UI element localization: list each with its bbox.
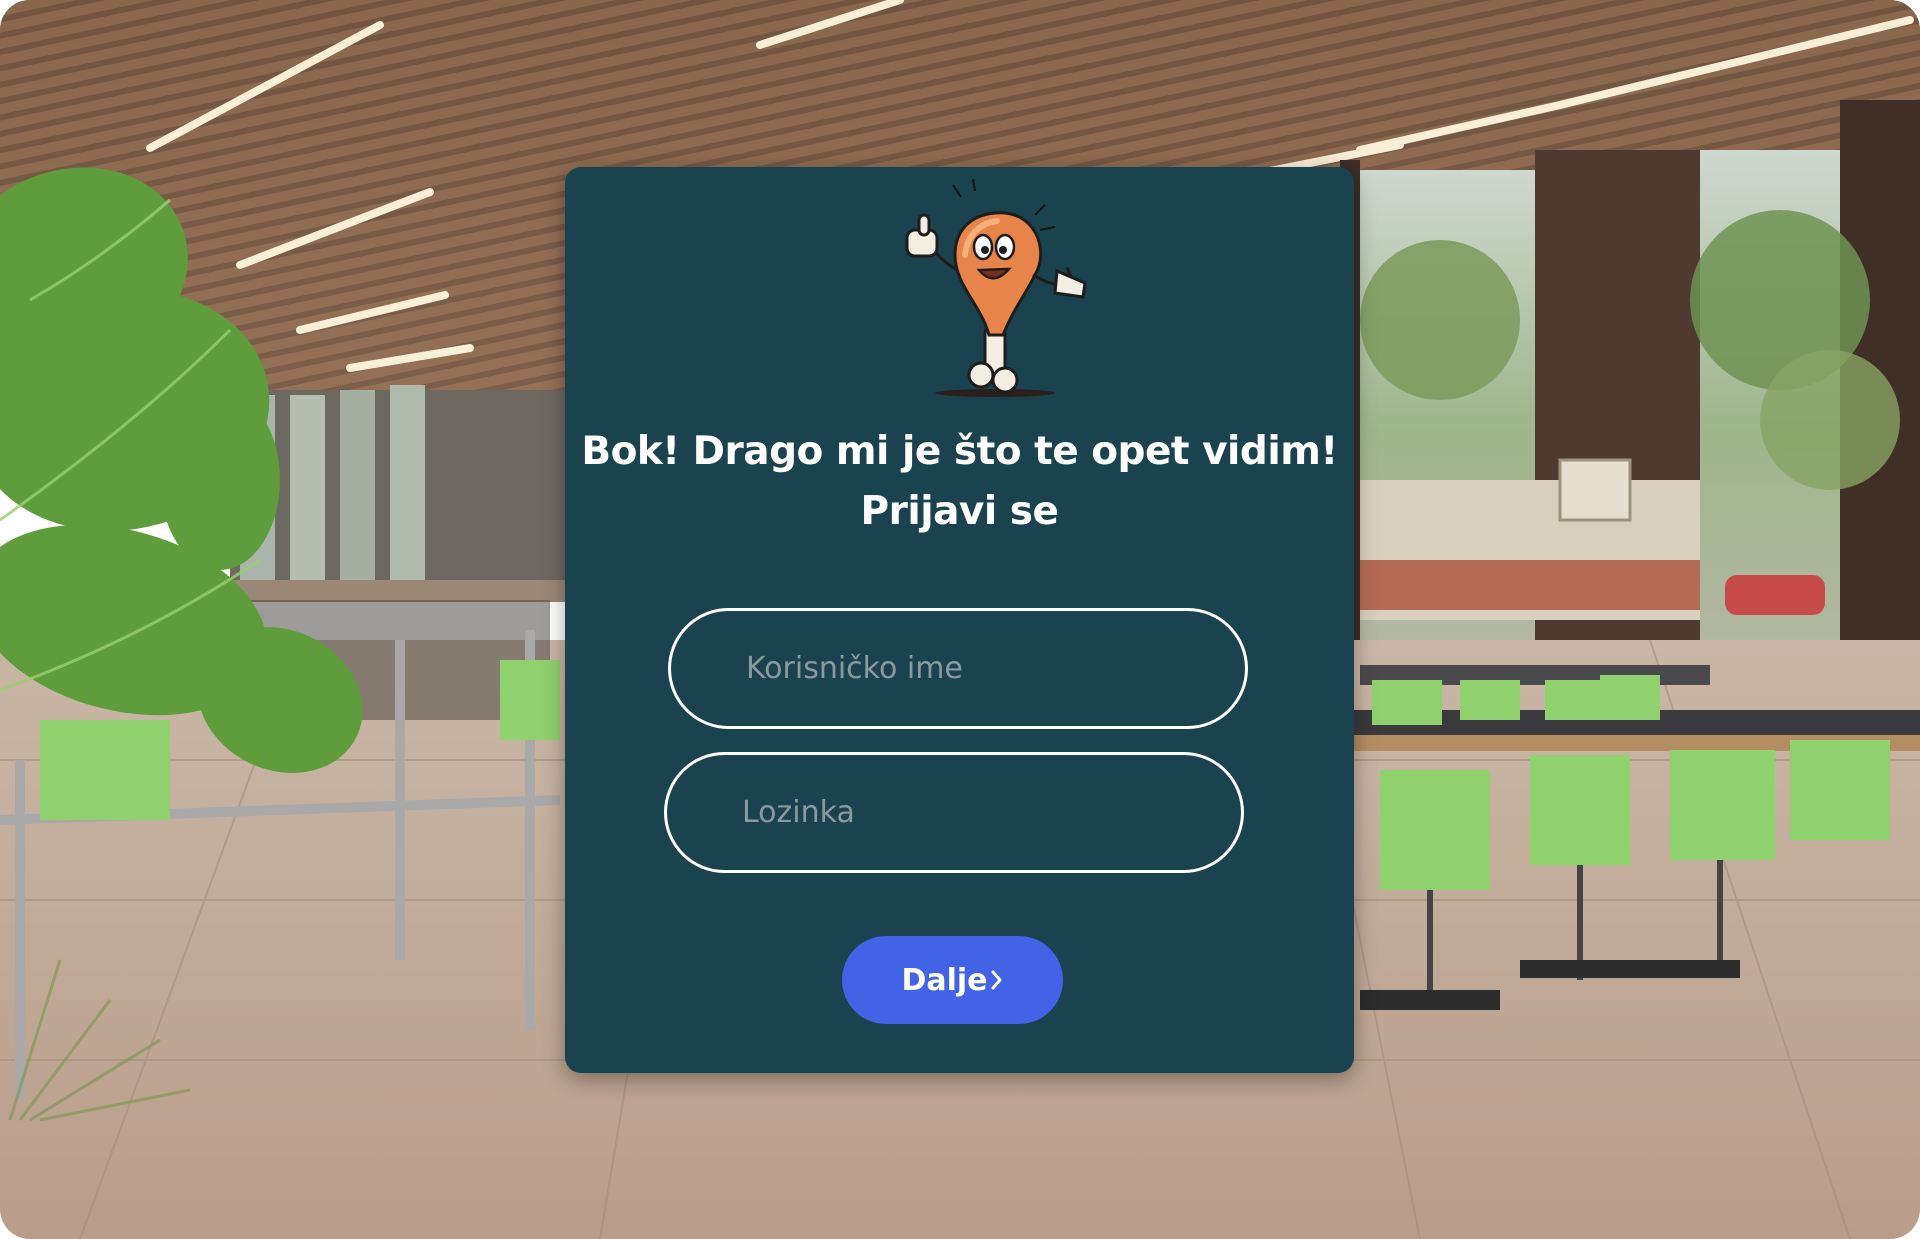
login-heading: Bok! Drago mi je što te opet vidim! Prij… (565, 422, 1354, 542)
next-button-label: Dalje (901, 962, 988, 998)
login-card: Bok! Drago mi je što te opet vidim! Prij… (565, 167, 1354, 1073)
login-page: Bok! Drago mi je što te opet vidim! Prij… (0, 0, 1920, 1239)
username-input[interactable] (668, 608, 1248, 729)
password-input[interactable] (664, 752, 1244, 873)
heading-greeting: Bok! Drago mi je što te opet vidim! (581, 429, 1338, 474)
chicken-drumstick-mascot-icon (885, 175, 1105, 400)
chevron-right-icon (990, 969, 1004, 991)
next-button[interactable]: Dalje (842, 936, 1063, 1024)
heading-sign-in: Prijavi se (860, 489, 1059, 534)
